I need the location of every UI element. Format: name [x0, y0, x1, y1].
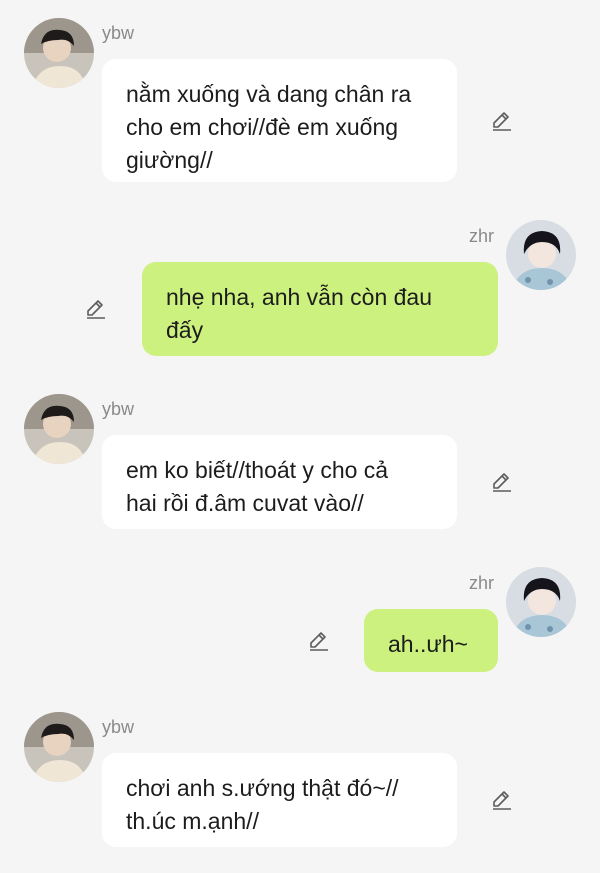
message-bubble[interactable]: nằm xuống và dang chân ra cho em chơi//đ…: [102, 59, 457, 182]
pencil-edit-icon[interactable]: [307, 629, 331, 653]
avatar-zhr[interactable]: [506, 567, 576, 637]
avatar-ybw[interactable]: [24, 18, 94, 88]
message-bubble[interactable]: nhẹ nha, anh vẫn còn đau đấy: [142, 262, 498, 356]
sender-name: ybw: [102, 717, 135, 737]
sender-name: ybw: [102, 399, 135, 419]
avatar-zhr[interactable]: [506, 220, 576, 290]
sender-name: zhr: [469, 226, 495, 246]
avatar-ybw[interactable]: [24, 394, 94, 464]
pencil-edit-icon[interactable]: [490, 109, 514, 133]
message-bubble[interactable]: ah..ưh~: [364, 609, 498, 672]
sender-name: zhr: [469, 573, 495, 593]
pencil-edit-icon[interactable]: [490, 788, 514, 812]
pencil-edit-icon[interactable]: [490, 470, 514, 494]
message-bubble[interactable]: chơi anh s.ướng thật đó~// th.úc m.ạnh//: [102, 753, 457, 847]
pencil-edit-icon[interactable]: [84, 297, 108, 321]
avatar-ybw[interactable]: [24, 712, 94, 782]
message-bubble[interactable]: em ko biết//thoát y cho cả hai rồi đ.âm …: [102, 435, 457, 529]
sender-name: ybw: [102, 23, 135, 43]
